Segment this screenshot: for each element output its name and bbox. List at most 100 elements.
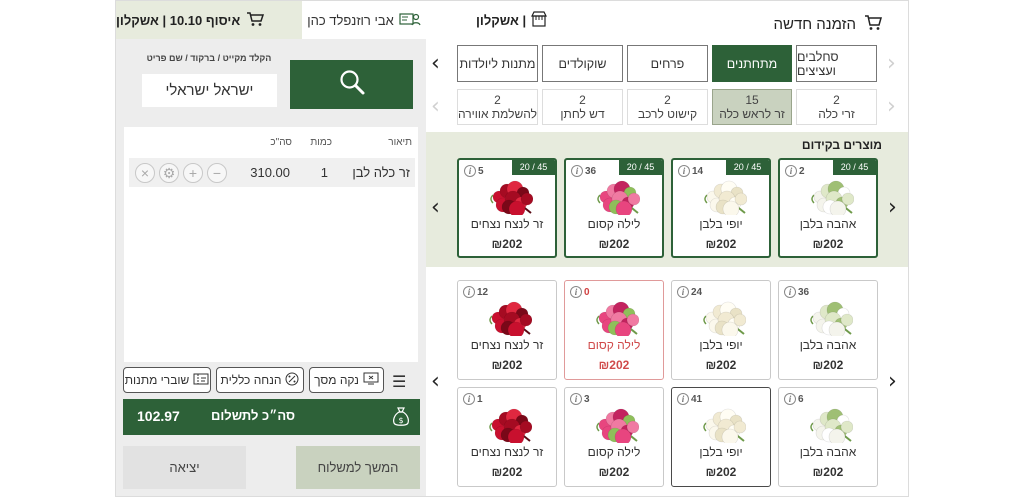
bouquet-image <box>700 405 747 446</box>
info-icon[interactable]: i <box>571 165 583 177</box>
stock-value: 6 <box>798 393 804 405</box>
branch-label: | אשקלון <box>476 11 548 30</box>
info-icon[interactable]: i <box>464 165 476 177</box>
chevron-right-icon[interactable]: › <box>888 195 897 220</box>
chevron-left-icon[interactable]: ‹ <box>431 195 440 220</box>
info-icon[interactable]: i <box>570 286 582 298</box>
clear-screen-button[interactable]: נקה מסך <box>309 367 384 393</box>
product-name: זר לנצח נצחים <box>470 338 544 352</box>
gift-vouchers-button[interactable]: שוברי מתנות <box>123 367 211 393</box>
info-icon[interactable]: i <box>784 393 796 405</box>
product-card[interactable]: i 6 אהבה בלבן ₪202 <box>778 387 878 487</box>
subtab-3[interactable]: 2 קישוט לרכב <box>627 89 708 125</box>
tab-category-5[interactable]: מתנות ליולדות <box>457 45 538 82</box>
stock-count: i 3 <box>570 393 590 405</box>
chevron-right-icon[interactable]: › <box>887 51 896 76</box>
product-card[interactable]: i 24 יופי בלבן ₪202 <box>671 280 771 380</box>
product-card[interactable]: i 14 20 / 45 יופי בלבן ₪202 <box>671 158 771 258</box>
search-label: הקלד מקייט / ברקוד / שם פריט <box>146 53 272 63</box>
stock-count: i 2 <box>785 165 805 177</box>
info-icon[interactable]: i <box>463 286 475 298</box>
chevron-right-icon[interactable]: › <box>888 369 897 394</box>
bouquet-image <box>700 298 747 339</box>
product-card[interactable]: i 36 אהבה בלבן ₪202 <box>778 280 878 380</box>
menu-icon[interactable]: ☰ <box>392 372 406 392</box>
stock-count: i 36 <box>784 286 809 298</box>
info-icon[interactable]: i <box>570 393 582 405</box>
total-amount: 102.97 <box>137 408 180 424</box>
tab-category-3[interactable]: פרחים <box>627 45 708 82</box>
continue-to-delivery-button[interactable]: המשך למשלוח <box>296 446 420 489</box>
chevron-right-icon[interactable]: › <box>887 94 896 119</box>
stock-count: i 5 <box>464 165 484 177</box>
info-icon[interactable]: i <box>784 286 796 298</box>
promo-badge: 20 / 45 <box>619 160 662 175</box>
info-icon[interactable]: i <box>677 393 689 405</box>
product-price: ₪202 <box>598 465 630 479</box>
new-order-button[interactable]: הזמנה חדשה <box>773 14 882 35</box>
general-discount-label: הנחה כללית <box>220 373 282 387</box>
stock-value: 3 <box>584 393 590 405</box>
pickup-label: איסוף 10.10 | אשקלון <box>116 12 241 28</box>
subtab-2[interactable]: 15 זר לראש כלה <box>712 89 792 125</box>
promo-badge: 20 / 45 <box>512 160 555 175</box>
product-card[interactable]: i 5 20 / 45 זר לנצח נצחים ₪202 <box>457 158 557 258</box>
product-card[interactable]: i 0 לילה קסום ₪202 <box>564 280 664 380</box>
money-bag-icon: $ <box>392 406 410 433</box>
row-total: 310.00 <box>250 165 290 180</box>
bouquet-image <box>807 405 854 446</box>
stock-value: 24 <box>691 286 703 298</box>
info-icon[interactable]: i <box>677 286 689 298</box>
exit-button[interactable]: יציאה <box>123 446 246 489</box>
info-icon[interactable]: i <box>785 165 797 177</box>
customer-name: אבי רוזנפלד כהן <box>307 12 394 28</box>
product-card[interactable]: i 1 זר לנצח נצחים ₪202 <box>457 387 557 487</box>
tab-category-4[interactable]: שוקולדים <box>542 45 623 82</box>
tab-category-2[interactable]: מתחתנים <box>712 45 792 82</box>
general-discount-button[interactable]: הנחה כללית <box>216 367 304 393</box>
product-name: יופי בלבן <box>699 217 743 231</box>
stock-count: i 14 <box>678 165 703 177</box>
table-row[interactable]: זר כלה לבן 1 310.00 − + ⚙ × <box>129 158 415 187</box>
product-name: לילה קסום <box>587 217 641 231</box>
tab-category-1[interactable]: סחלבים ועציצים <box>796 45 877 82</box>
product-price: ₪202 <box>812 237 844 251</box>
col-total: סה"כ <box>270 137 292 148</box>
customer-selector[interactable]: אבי רוזנפלד כהן <box>302 1 426 39</box>
product-card[interactable]: i 12 זר לנצח נצחים ₪202 <box>457 280 557 380</box>
gear-icon[interactable]: ⚙ <box>159 163 179 183</box>
subtab-4[interactable]: 2 דש לחתן <box>542 89 623 125</box>
col-description: תיאור <box>388 137 412 148</box>
bouquet-image <box>593 405 640 446</box>
stock-value: 36 <box>798 286 810 298</box>
chevron-left-icon[interactable]: ‹ <box>431 94 440 119</box>
subtab-count: 2 <box>579 93 586 107</box>
percent-icon <box>285 372 299 389</box>
search-input[interactable] <box>142 74 277 107</box>
search-button[interactable] <box>290 60 413 109</box>
bouquet-image <box>808 177 855 218</box>
product-price: ₪202 <box>705 358 737 372</box>
plus-icon[interactable]: + <box>183 163 203 183</box>
chevron-left-icon[interactable]: ‹ <box>431 51 440 76</box>
subtab-5[interactable]: 2 להשלמת אווירה <box>457 89 538 125</box>
info-icon[interactable]: i <box>463 393 475 405</box>
product-card[interactable]: i 36 20 / 45 לילה קסום ₪202 <box>564 158 664 258</box>
chevron-left-icon[interactable]: ‹ <box>431 369 440 394</box>
subtab-1[interactable]: 2 זרי כלה <box>796 89 877 125</box>
product-card[interactable]: i 41 יופי בלבן ₪202 <box>671 387 771 487</box>
close-icon[interactable]: × <box>135 163 155 183</box>
product-price: ₪202 <box>812 465 844 479</box>
product-card[interactable]: i 3 לילה קסום ₪202 <box>564 387 664 487</box>
bouquet-image <box>594 177 641 218</box>
stock-count: i 36 <box>571 165 596 177</box>
info-icon[interactable]: i <box>678 165 690 177</box>
product-price: ₪202 <box>491 358 523 372</box>
order-header: איסוף 10.10 | אשקלון אבי רוזנפלד כהן <box>116 1 426 39</box>
minus-icon[interactable]: − <box>207 163 227 183</box>
product-name: אהבה בלבן <box>799 217 857 231</box>
product-card[interactable]: i 2 20 / 45 אהבה בלבן ₪202 <box>778 158 878 258</box>
pickup-info[interactable]: איסוף 10.10 | אשקלון <box>116 1 302 39</box>
bouquet-image <box>807 298 854 339</box>
bouquet-image <box>487 177 534 218</box>
